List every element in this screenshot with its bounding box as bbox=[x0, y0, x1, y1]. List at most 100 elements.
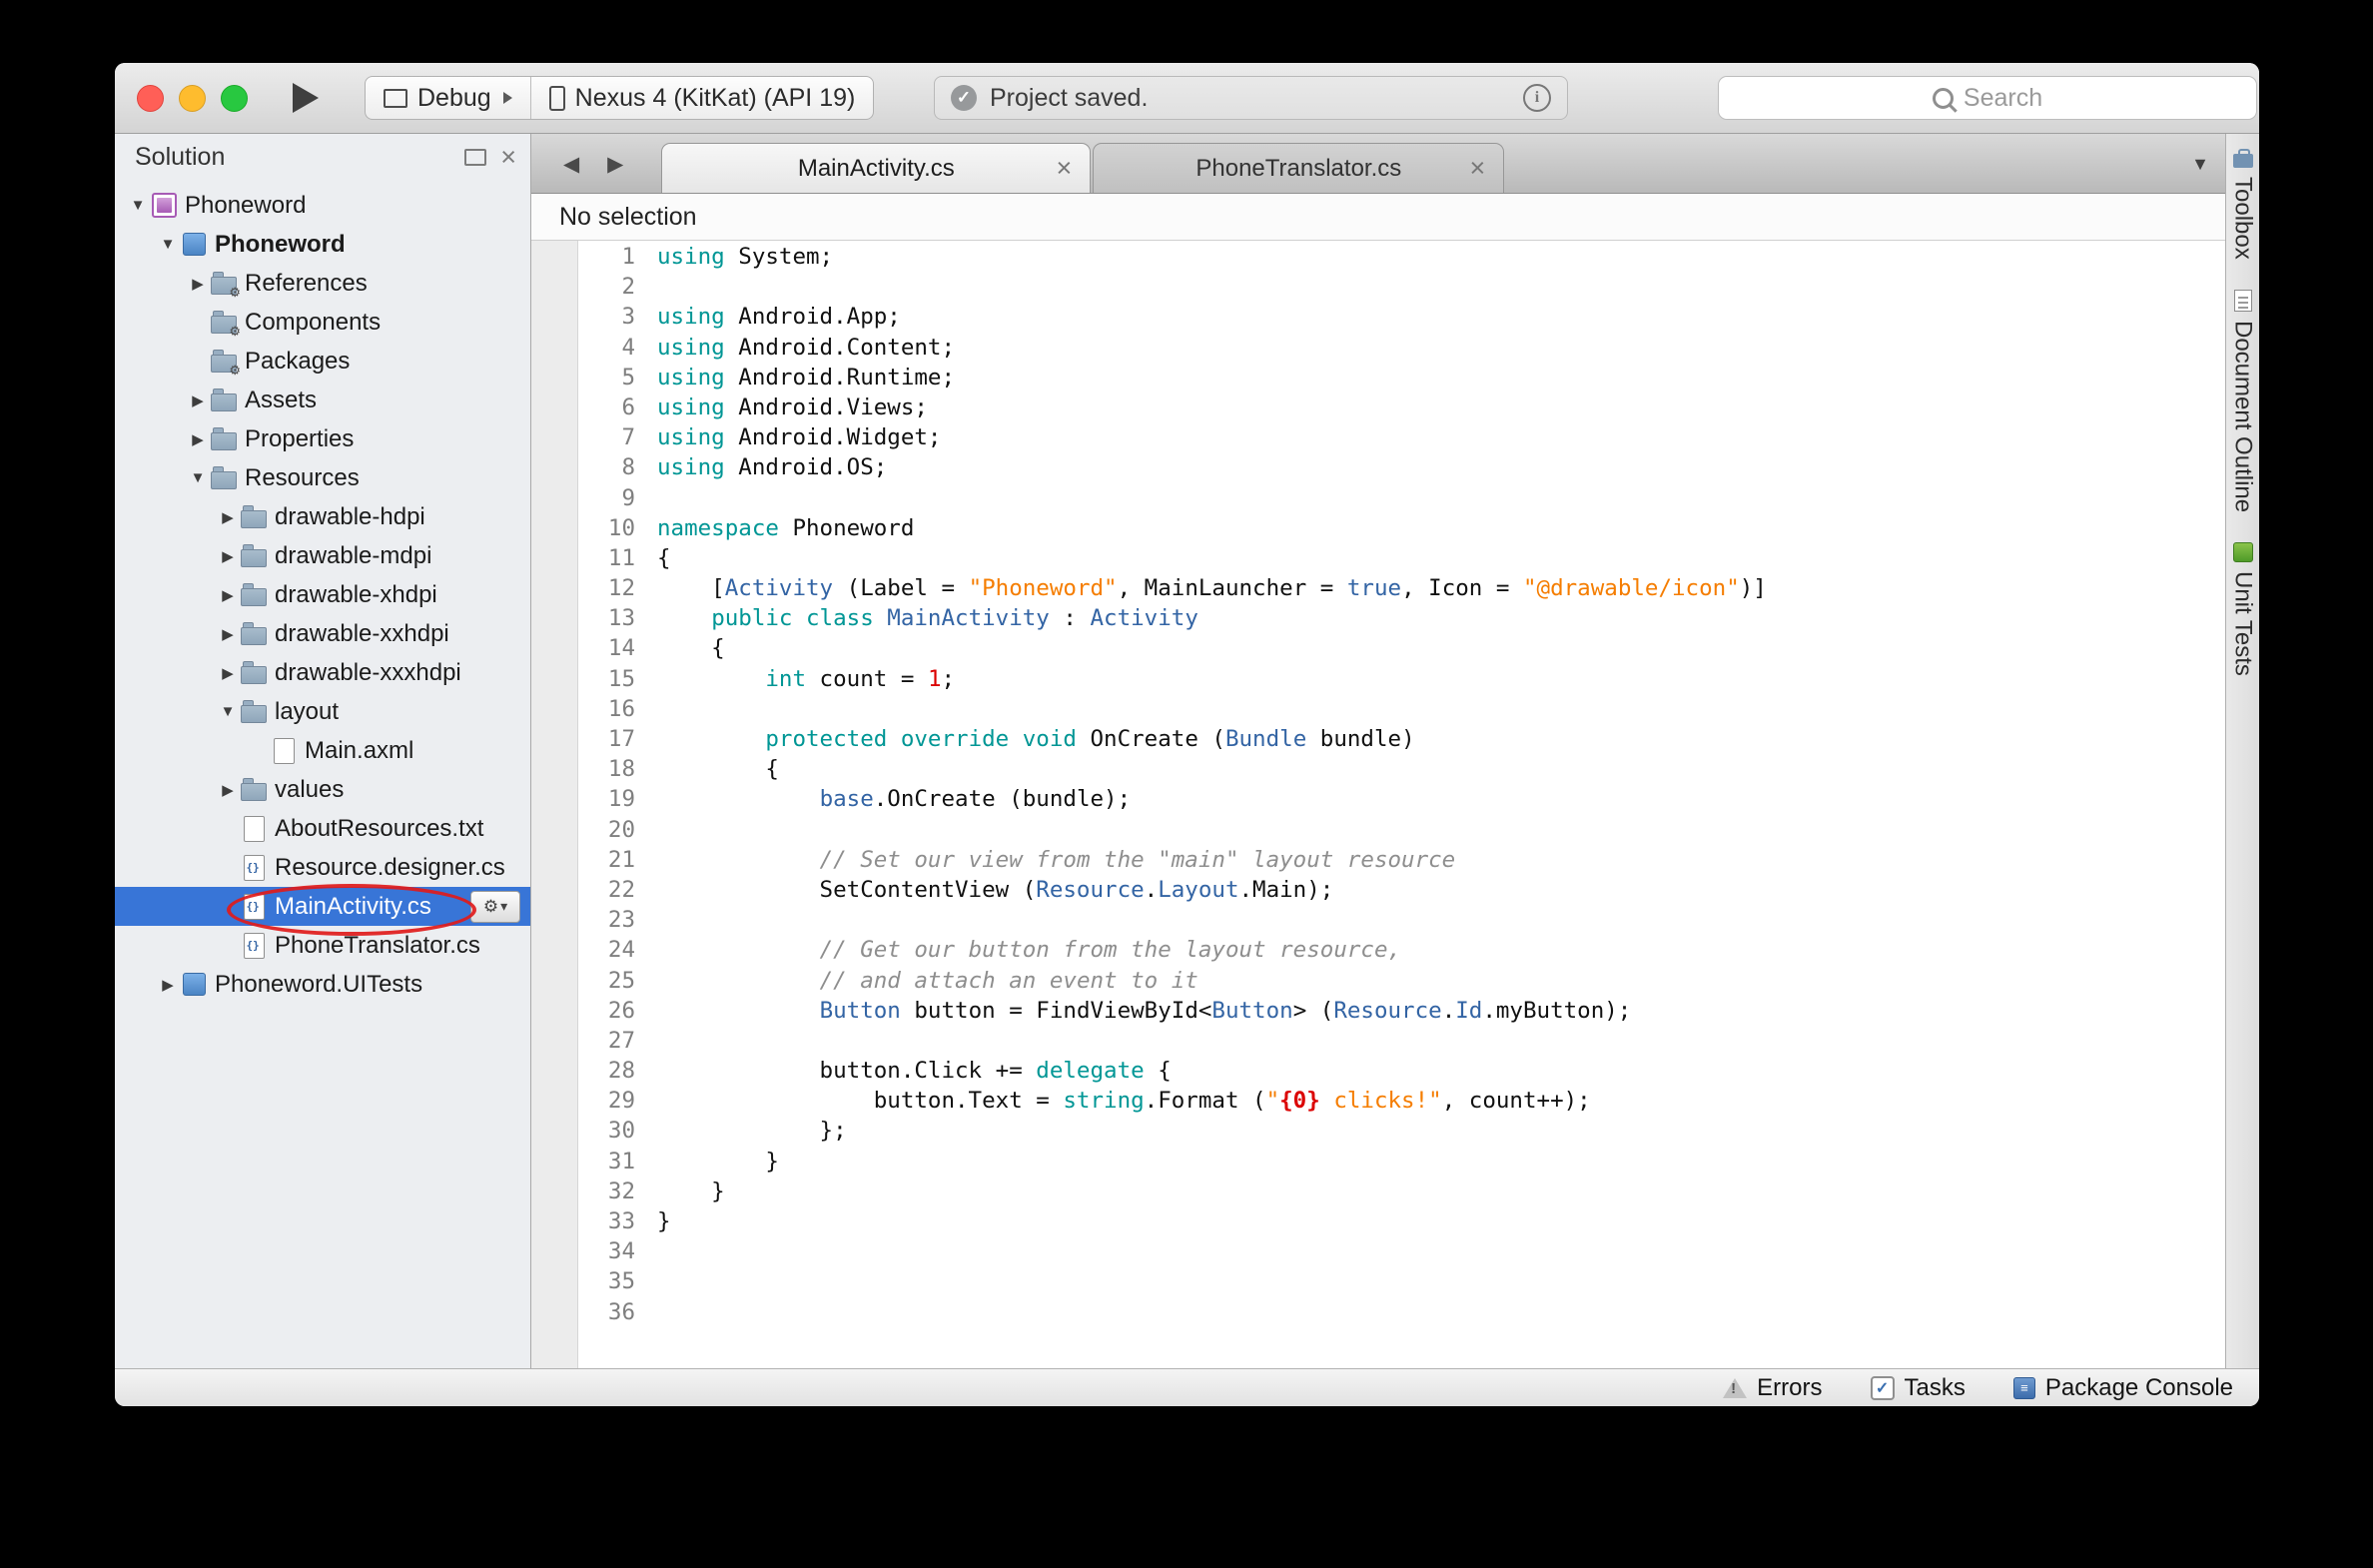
code-line[interactable]: 6using Android.Views; bbox=[531, 392, 2225, 422]
gear-menu-button[interactable]: ⚙▾ bbox=[470, 891, 520, 923]
tree-row-components[interactable]: Components bbox=[115, 303, 530, 342]
disclosure-triangle-icon[interactable]: ▼ bbox=[157, 236, 179, 253]
tree-row-assets[interactable]: ▶Assets bbox=[115, 381, 530, 419]
code-line[interactable]: 23 bbox=[531, 905, 2225, 935]
code-line[interactable]: 19 base.OnCreate (bundle); bbox=[531, 784, 2225, 814]
code-line[interactable]: 12 [Activity (Label = "Phoneword", MainL… bbox=[531, 573, 2225, 603]
tree-row-resources[interactable]: ▼Resources bbox=[115, 458, 530, 497]
tree-row-drawable-mdpi[interactable]: ▶drawable-mdpi bbox=[115, 536, 530, 575]
code-line[interactable]: 16 bbox=[531, 694, 2225, 724]
disclosure-triangle-icon[interactable]: ▼ bbox=[187, 469, 209, 486]
back-icon[interactable]: ◀ bbox=[563, 152, 579, 177]
code-line[interactable]: 36 bbox=[531, 1297, 2225, 1327]
disclosure-triangle-icon[interactable]: ▶ bbox=[187, 275, 209, 293]
breadcrumb: No selection bbox=[531, 194, 2225, 241]
tree-row-phoneword[interactable]: ▼Phoneword bbox=[115, 186, 530, 225]
disclosure-triangle-icon[interactable]: ▶ bbox=[217, 664, 239, 682]
code-line[interactable]: 35 bbox=[531, 1266, 2225, 1296]
code-line[interactable]: 2 bbox=[531, 272, 2225, 302]
configuration-device-selector: Debug Nexus 4 (KitKat) (API 19) bbox=[365, 76, 874, 120]
strip-item-label: Document Outline bbox=[2229, 321, 2257, 512]
status-bar-item-errors[interactable]: !Errors bbox=[1723, 1374, 1822, 1402]
code-line[interactable]: 15 int count = 1; bbox=[531, 664, 2225, 694]
code-line[interactable]: 3using Android.App; bbox=[531, 302, 2225, 332]
disclosure-triangle-icon[interactable]: ▼ bbox=[217, 703, 239, 720]
strip-item-unit-tests[interactable]: Unit Tests bbox=[2229, 542, 2257, 676]
code-line[interactable]: 27 bbox=[531, 1026, 2225, 1056]
code-line[interactable]: 32 } bbox=[531, 1176, 2225, 1206]
tree-row-phoneword[interactable]: ▼Phoneword bbox=[115, 225, 530, 264]
code-line[interactable]: 31 } bbox=[531, 1147, 2225, 1176]
tree-row-drawable-xxxhdpi[interactable]: ▶drawable-xxxhdpi bbox=[115, 653, 530, 692]
code-line[interactable]: 22 SetContentView (Resource.Layout.Main)… bbox=[531, 875, 2225, 905]
code-line[interactable]: 29 button.Text = string.Format ("{0} cli… bbox=[531, 1086, 2225, 1116]
tree-row-phoneword-uitests[interactable]: ▶Phoneword.UITests bbox=[115, 965, 530, 1004]
tree-row-layout[interactable]: ▼layout bbox=[115, 692, 530, 731]
tree-row-properties[interactable]: ▶Properties bbox=[115, 419, 530, 458]
code-line[interactable]: 13 public class MainActivity : Activity bbox=[531, 603, 2225, 633]
strip-item-document-outline[interactable]: Document Outline bbox=[2229, 290, 2257, 512]
tab-phonetranslator-cs[interactable]: PhoneTranslator.cs× bbox=[1093, 143, 1504, 193]
tree-row-phonetranslator-cs[interactable]: PhoneTranslator.cs bbox=[115, 926, 530, 965]
code-line[interactable]: 7using Android.Widget; bbox=[531, 422, 2225, 452]
code-line[interactable]: 10namespace Phoneword bbox=[531, 513, 2225, 543]
tree-row-main-axml[interactable]: Main.axml bbox=[115, 731, 530, 770]
status-bar-item-package-console[interactable]: ≡Package Console bbox=[2013, 1374, 2233, 1402]
code-line[interactable]: 18 { bbox=[531, 754, 2225, 784]
tree-row-drawable-xxhdpi[interactable]: ▶drawable-xxhdpi bbox=[115, 614, 530, 653]
disclosure-triangle-icon[interactable]: ▶ bbox=[217, 508, 239, 526]
configuration-selector[interactable]: Debug bbox=[366, 77, 530, 119]
info-icon[interactable]: i bbox=[1523, 84, 1551, 112]
code-line[interactable]: 8using Android.OS; bbox=[531, 452, 2225, 482]
disclosure-triangle-icon[interactable]: ▶ bbox=[217, 625, 239, 643]
disclosure-triangle-icon[interactable]: ▶ bbox=[187, 430, 209, 448]
disclosure-triangle-icon[interactable]: ▶ bbox=[187, 392, 209, 409]
disclosure-triangle-icon[interactable]: ▶ bbox=[217, 781, 239, 799]
tree-row-mainactivity-cs[interactable]: MainActivity.cs⚙▾ bbox=[115, 887, 530, 926]
zoom-window-button[interactable] bbox=[221, 85, 248, 112]
code-line[interactable]: 24 // Get our button from the layout res… bbox=[531, 935, 2225, 965]
close-icon[interactable]: × bbox=[1057, 155, 1073, 182]
tree-row-aboutresources-txt[interactable]: AboutResources.txt bbox=[115, 809, 530, 848]
code-line[interactable]: 34 bbox=[531, 1236, 2225, 1266]
status-bar-item-tasks[interactable]: ✓Tasks bbox=[1871, 1374, 1966, 1402]
run-button[interactable] bbox=[293, 63, 319, 133]
device-selector[interactable]: Nexus 4 (KitKat) (API 19) bbox=[531, 77, 874, 119]
code-line[interactable]: 11{ bbox=[531, 543, 2225, 573]
code-line[interactable]: 30 }; bbox=[531, 1116, 2225, 1146]
tab-mainactivity-cs[interactable]: MainActivity.cs× bbox=[661, 143, 1091, 193]
code-line[interactable]: 5using Android.Runtime; bbox=[531, 363, 2225, 392]
dock-pane-icon[interactable] bbox=[464, 149, 486, 166]
tree-row-drawable-xhdpi[interactable]: ▶drawable-xhdpi bbox=[115, 575, 530, 614]
code-line[interactable]: 25 // and attach an event to it bbox=[531, 966, 2225, 996]
disclosure-triangle-icon[interactable]: ▶ bbox=[217, 547, 239, 565]
tree-row-resource-designer-cs[interactable]: Resource.designer.cs bbox=[115, 848, 530, 887]
search-field[interactable]: Search bbox=[1718, 76, 2257, 120]
minimize-window-button[interactable] bbox=[179, 85, 206, 112]
close-window-button[interactable] bbox=[137, 85, 164, 112]
line-number: 6 bbox=[531, 392, 649, 422]
tab-overflow-chevron-icon[interactable]: ▼ bbox=[2191, 154, 2209, 175]
code-editor[interactable]: 1using System;23using Android.App;4using… bbox=[531, 241, 2225, 1368]
code-line[interactable]: 21 // Set our view from the "main" layou… bbox=[531, 845, 2225, 875]
tree-row-references[interactable]: ▶References bbox=[115, 264, 530, 303]
code-line[interactable]: 4using Android.Content; bbox=[531, 333, 2225, 363]
strip-item-toolbox[interactable]: Toolbox bbox=[2229, 148, 2257, 260]
code-line[interactable]: 33} bbox=[531, 1206, 2225, 1236]
tree-row-drawable-hdpi[interactable]: ▶drawable-hdpi bbox=[115, 497, 530, 536]
code-line[interactable]: 14 { bbox=[531, 633, 2225, 663]
disclosure-triangle-icon[interactable]: ▼ bbox=[127, 197, 149, 214]
code-line[interactable]: 20 bbox=[531, 815, 2225, 845]
tree-row-values[interactable]: ▶values bbox=[115, 770, 530, 809]
code-line[interactable]: 26 Button button = FindViewById<Button> … bbox=[531, 996, 2225, 1026]
close-icon[interactable]: × bbox=[1470, 155, 1486, 182]
forward-icon[interactable]: ▶ bbox=[607, 152, 623, 177]
disclosure-triangle-icon[interactable]: ▶ bbox=[157, 976, 179, 994]
disclosure-triangle-icon[interactable]: ▶ bbox=[217, 586, 239, 604]
code-line[interactable]: 17 protected override void OnCreate (Bun… bbox=[531, 724, 2225, 754]
close-pane-icon[interactable]: × bbox=[500, 144, 516, 171]
tree-row-packages[interactable]: Packages bbox=[115, 342, 530, 381]
code-line[interactable]: 28 button.Click += delegate { bbox=[531, 1056, 2225, 1086]
code-line[interactable]: 9 bbox=[531, 483, 2225, 513]
code-line[interactable]: 1using System; bbox=[531, 242, 2225, 272]
